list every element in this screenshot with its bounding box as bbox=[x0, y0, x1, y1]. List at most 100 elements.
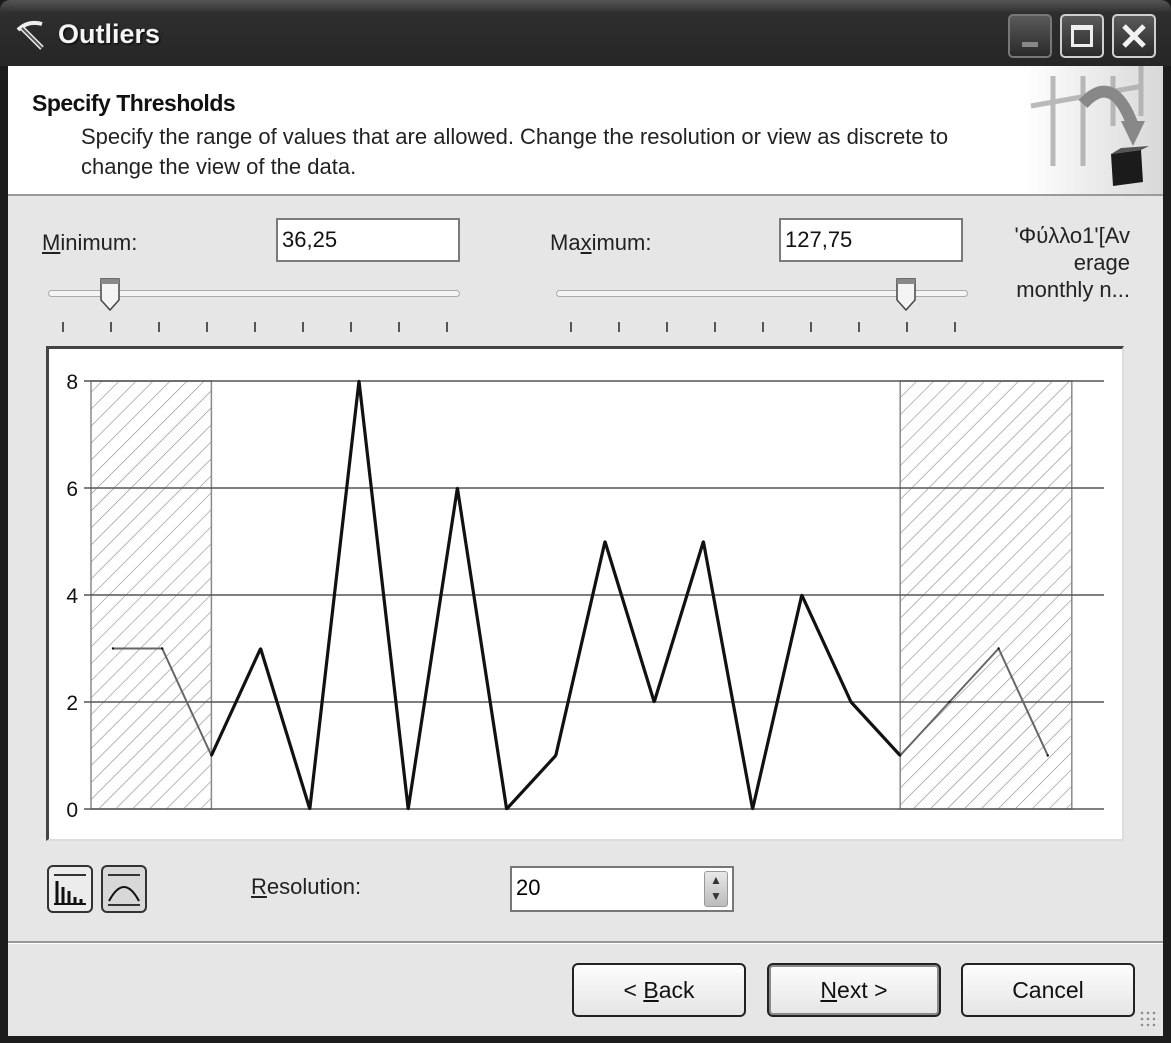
data-point bbox=[111, 647, 115, 650]
wizard-header: Specify Thresholds Specify the range of … bbox=[8, 66, 1163, 196]
cancel-button[interactable]: Cancel bbox=[961, 963, 1135, 1017]
data-point bbox=[997, 647, 1000, 650]
minimum-slider-thumb[interactable] bbox=[100, 278, 120, 312]
resize-grip-icon[interactable] bbox=[1139, 1010, 1159, 1030]
y-tick-label: 2 bbox=[66, 692, 78, 715]
minimum-label-text: inimum: bbox=[60, 230, 138, 255]
spin-down-icon[interactable]: ▼ bbox=[705, 888, 727, 904]
slider-tick bbox=[110, 322, 112, 332]
resolution-spinner[interactable]: 20 ▲ ▼ bbox=[510, 866, 734, 912]
wizard-graphic-icon bbox=[1030, 66, 1149, 186]
maximum-label: Maximum: bbox=[550, 230, 651, 256]
data-point bbox=[161, 647, 164, 650]
data-point bbox=[751, 807, 754, 811]
next-accel: N bbox=[820, 977, 838, 1003]
data-point bbox=[1046, 754, 1049, 757]
back-button[interactable]: < Back bbox=[572, 963, 746, 1017]
series-segment bbox=[505, 754, 557, 811]
window-title: Outliers bbox=[58, 19, 161, 49]
resolution-accel: R bbox=[251, 874, 267, 899]
data-point bbox=[210, 754, 213, 757]
series-segment bbox=[849, 700, 902, 757]
data-point bbox=[456, 486, 459, 490]
series-segment bbox=[800, 594, 853, 703]
slider-tick bbox=[714, 322, 716, 332]
column-name-line: 'Φύλλο1'[Av bbox=[1014, 223, 1130, 248]
slider-tick bbox=[858, 322, 860, 332]
back-label-text: ack bbox=[658, 977, 695, 1003]
title-bar[interactable]: Outliers bbox=[0, 0, 1171, 66]
slider-tick bbox=[810, 322, 812, 332]
discrete-view-button[interactable] bbox=[47, 865, 93, 913]
minimum-slider[interactable] bbox=[48, 266, 460, 336]
data-point bbox=[702, 540, 705, 543]
next-label-text: ext > bbox=[837, 977, 888, 1003]
slider-tick bbox=[206, 322, 208, 332]
footer-separator bbox=[8, 941, 1163, 944]
column-name-label: 'Φύλλο1'[Av erage monthly n... bbox=[980, 222, 1130, 303]
series-segment bbox=[259, 648, 312, 810]
slider-tick bbox=[954, 322, 956, 332]
minimize-icon bbox=[1022, 42, 1038, 47]
data-point bbox=[259, 647, 262, 650]
maximize-icon bbox=[1071, 25, 1093, 47]
page-title: Specify Thresholds bbox=[32, 90, 236, 116]
resolution-label: Resolution: bbox=[251, 874, 361, 900]
resolution-value[interactable]: 20 bbox=[516, 875, 540, 900]
spin-up-icon[interactable]: ▲ bbox=[705, 872, 727, 888]
next-button[interactable]: Next > bbox=[767, 963, 941, 1017]
slider-tick bbox=[666, 322, 668, 332]
series-segment bbox=[701, 541, 755, 810]
dialog-client: Specify Thresholds Specify the range of … bbox=[8, 66, 1163, 1036]
maximum-slider[interactable] bbox=[556, 266, 968, 336]
series-segment bbox=[603, 541, 656, 703]
slider-tick bbox=[446, 322, 448, 332]
back-accel: B bbox=[643, 977, 659, 1003]
data-point bbox=[554, 754, 557, 757]
slider-tick bbox=[618, 322, 620, 332]
minimize-button[interactable] bbox=[1008, 14, 1052, 58]
series-segment bbox=[652, 541, 705, 703]
maximum-slider-thumb[interactable] bbox=[896, 278, 916, 312]
minimum-label: Minimum: bbox=[42, 230, 137, 256]
pickaxe-icon bbox=[16, 20, 44, 50]
resolution-spin-buttons[interactable]: ▲ ▼ bbox=[704, 871, 728, 907]
data-point bbox=[505, 807, 508, 811]
y-tick-label: 8 bbox=[66, 371, 78, 394]
slider-tick bbox=[302, 322, 304, 332]
slider-tick bbox=[906, 322, 908, 332]
data-point bbox=[849, 700, 853, 704]
bar-histogram-icon bbox=[54, 874, 86, 905]
continuous-view-button[interactable] bbox=[101, 865, 147, 913]
y-tick-label: 0 bbox=[66, 799, 78, 822]
maximum-accel: x bbox=[580, 230, 592, 255]
resolution-label-text: esolution: bbox=[266, 874, 362, 899]
minimum-accel: M bbox=[42, 230, 61, 255]
maximize-button[interactable] bbox=[1060, 14, 1104, 58]
slider-tick bbox=[570, 322, 572, 332]
page-description: Specify the range of values that are all… bbox=[81, 124, 949, 179]
data-point bbox=[308, 807, 311, 811]
column-name-line: erage bbox=[1073, 250, 1130, 275]
wizard-banner bbox=[1023, 66, 1163, 194]
data-point bbox=[653, 700, 656, 704]
distribution-chart: 0 2 4 6 8 bbox=[46, 346, 1124, 841]
y-tick-label: 6 bbox=[66, 478, 78, 501]
data-point bbox=[407, 807, 410, 811]
close-icon bbox=[1122, 24, 1146, 48]
slider-tick bbox=[158, 322, 160, 332]
data-point bbox=[948, 700, 951, 704]
maximum-input[interactable]: 127,75 bbox=[779, 218, 963, 262]
slider-tick bbox=[762, 322, 764, 332]
slider-tick bbox=[398, 322, 400, 332]
column-name-line: monthly n... bbox=[1016, 277, 1130, 302]
slider-tick bbox=[62, 322, 64, 332]
minimum-input[interactable]: 36,25 bbox=[276, 218, 460, 262]
maximum-label-text: imum: bbox=[591, 230, 652, 255]
close-button[interactable] bbox=[1112, 14, 1156, 58]
data-point bbox=[899, 754, 902, 757]
maximum-label-pre: Ma bbox=[550, 230, 581, 255]
series-segment bbox=[406, 487, 459, 810]
data-point bbox=[603, 540, 607, 543]
curve-icon bbox=[108, 874, 140, 906]
